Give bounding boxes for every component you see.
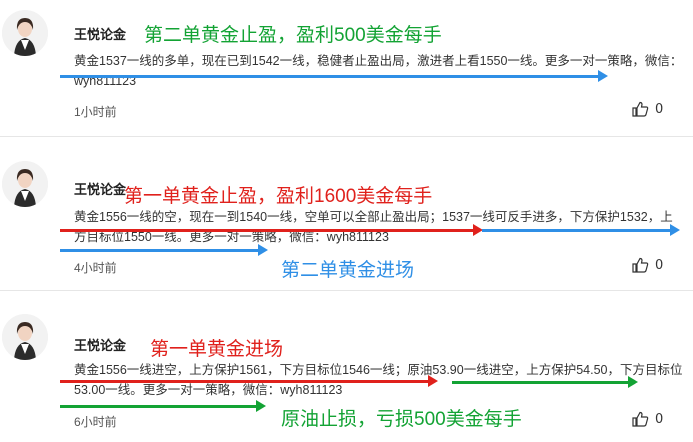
annotation-arrow-red [60, 375, 438, 387]
like-button[interactable]: 0 [632, 257, 663, 273]
divider [0, 290, 693, 291]
post-time: 1小时前 [74, 105, 117, 119]
annotation-arrow-blue [482, 224, 680, 236]
annotation-arrow-blue [60, 70, 608, 82]
like-count: 0 [655, 257, 664, 273]
like-button[interactable]: 0 [632, 411, 663, 427]
author-name[interactable]: 王悦论金 [74, 24, 126, 43]
thumbs-up-icon [632, 411, 649, 427]
annotation-red: 第一单黄金止盈，盈利1600美金每手 [124, 186, 433, 207]
avatar[interactable] [2, 10, 48, 56]
thumbs-up-icon [632, 101, 649, 117]
annotation-arrow-green [452, 376, 638, 388]
author-name[interactable]: 王悦论金 [74, 179, 126, 198]
author-name[interactable]: 王悦论金 [74, 335, 126, 354]
post-3: 王悦论金 第一单黄金进场 黄金1556一线进空，上方保护1561，下方目标位15… [0, 302, 693, 442]
annotation-arrow-blue [60, 244, 268, 256]
post-1: 王悦论金 第二单黄金止盈，盈利500美金每手 黄金1537一线的多单，现在已到1… [0, 0, 693, 135]
post-2: 王悦论金 第一单黄金止盈，盈利1600美金每手 黄金1556一线的空，现在一到1… [0, 148, 693, 288]
annotation-blue: 第二单黄金进场 [281, 260, 415, 281]
annotation-red: 第一单黄金进场 [150, 339, 284, 360]
thumbs-up-icon [632, 257, 649, 273]
post-body[interactable]: 黄金1537一线的多单，现在已到1542一线，稳健者止盈出局，激进者上看1550… [74, 51, 684, 91]
avatar[interactable] [2, 314, 48, 360]
annotation-green: 原油止损，亏损500美金每手 [281, 409, 522, 430]
post-body[interactable]: 黄金1556一线的空，现在一到1540一线，空单可以全部止盈出局；1537一线可… [74, 207, 684, 247]
like-count: 0 [655, 411, 664, 427]
annotation-arrow-green [60, 400, 266, 412]
avatar[interactable] [2, 161, 48, 207]
divider [0, 136, 693, 137]
like-button[interactable]: 0 [632, 101, 663, 117]
post-time: 6小时前 [74, 415, 117, 429]
post-time: 4小时前 [74, 261, 117, 275]
annotation-arrow-red [60, 224, 483, 236]
annotation-green: 第二单黄金止盈，盈利500美金每手 [144, 25, 442, 46]
like-count: 0 [655, 101, 664, 117]
